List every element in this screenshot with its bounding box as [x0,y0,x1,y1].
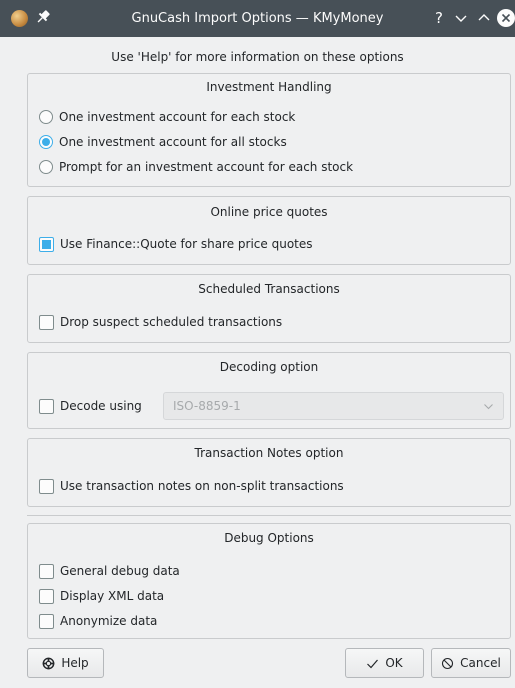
ok-button-label: OK [385,656,403,670]
ok-button[interactable]: OK [345,648,424,678]
dialog-body: Use 'Help' for more information on these… [0,37,515,688]
checkbox[interactable] [39,236,54,252]
checkbox[interactable] [39,588,54,604]
minimize-icon[interactable] [452,9,470,27]
option-label: Use transaction notes on non-split trans… [60,479,344,493]
checkbox[interactable] [39,563,54,579]
radio-all-stocks[interactable]: One investment account for all stocks [39,133,287,151]
group-title: Scheduled Transactions [198,282,340,296]
cancel-icon [442,657,454,669]
checkbox-display-xml[interactable]: Display XML data [39,587,164,605]
investment-handling-group: Investment Handling One investment accou… [27,73,511,187]
option-label: Drop suspect scheduled transactions [60,315,283,329]
price-quotes-group: Online price quotes Use Finance::Quote f… [27,196,511,265]
radio-each-stock[interactable]: One investment account for each stock [39,108,295,126]
decoding-group: Decoding option Decode using ISO-8859-1 [27,352,511,429]
checkbox[interactable] [39,398,54,414]
checkbox[interactable] [39,478,54,494]
option-label: General debug data [60,564,180,578]
chevron-down-icon [484,404,493,410]
option-label: One investment account for each stock [59,110,296,124]
help-hint: Use 'Help' for more information on these… [111,50,404,64]
radio-prompt[interactable]: Prompt for an investment account for eac… [39,158,353,176]
context-help-icon[interactable]: ? [430,9,448,27]
checkmark-icon [367,659,379,668]
option-label: Prompt for an investment account for eac… [59,160,354,174]
checkbox-drop-scheduled[interactable]: Drop suspect scheduled transactions [39,313,282,331]
title-bar: GnuCash Import Options — KMyMoney ? [0,0,515,37]
group-title: Decoding option [219,360,319,374]
radio-button[interactable] [39,160,53,174]
group-title: Online price quotes [210,205,328,219]
debug-options-group: Debug Options General debug data Display… [27,523,511,639]
encoding-combo[interactable]: ISO-8859-1 [163,392,504,420]
checkbox-anonymize[interactable]: Anonymize data [39,612,157,630]
combo-value: ISO-8859-1 [173,399,241,413]
checkbox-general-debug[interactable]: General debug data [39,562,180,580]
help-button[interactable]: Help [27,648,104,678]
checkbox-finance-quote[interactable]: Use Finance::Quote for share price quote… [39,235,313,253]
checkbox-decode-using[interactable]: Decode using [39,397,142,415]
option-label: Display XML data [60,589,165,603]
cancel-button-label: Cancel [460,656,501,670]
maximize-icon[interactable] [475,9,493,27]
radio-button[interactable] [39,135,53,149]
checkbox[interactable] [39,613,54,629]
radio-button[interactable] [39,110,53,124]
option-label: Anonymize data [60,614,158,628]
checkbox-transaction-notes[interactable]: Use transaction notes on non-split trans… [39,477,344,495]
option-label: Use Finance::Quote for share price quote… [60,237,313,251]
group-title: Investment Handling [206,80,332,94]
scheduled-transactions-group: Scheduled Transactions Drop suspect sche… [27,274,511,343]
cancel-button[interactable]: Cancel [431,648,511,678]
close-icon[interactable] [497,9,515,27]
help-button-label: Help [61,656,89,670]
option-label: One investment account for all stocks [59,135,287,149]
transaction-notes-group: Transaction Notes option Use transaction… [27,438,511,507]
option-label: Decode using [60,399,142,413]
separator [27,515,511,516]
group-title: Debug Options [224,531,314,545]
group-title: Transaction Notes option [194,446,344,460]
lifebuoy-icon [42,657,55,669]
checkbox[interactable] [39,314,54,330]
